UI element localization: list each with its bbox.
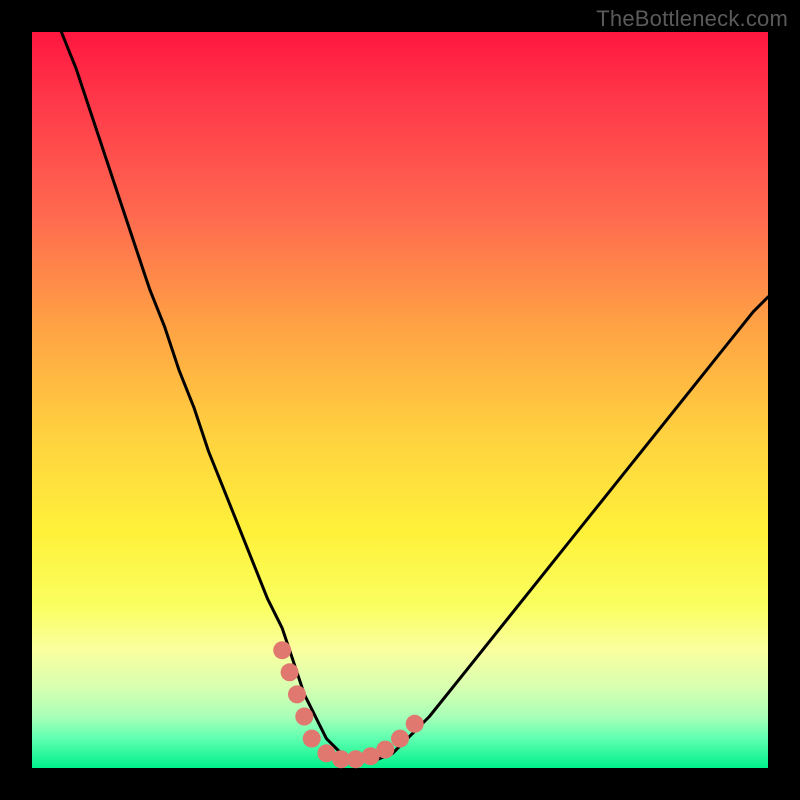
curve-svg (32, 32, 768, 768)
highlight-dot (273, 641, 291, 659)
highlight-dot (295, 708, 313, 726)
highlight-dot (406, 715, 424, 733)
plot-area (32, 32, 768, 768)
bottleneck-curve (61, 32, 768, 761)
frame: TheBottleneck.com (0, 0, 800, 800)
highlight-dot (303, 730, 321, 748)
highlight-dot (288, 685, 306, 703)
highlight-dot (281, 663, 299, 681)
bottom-highlight-dots (273, 641, 424, 768)
highlight-dot (347, 750, 365, 768)
highlight-dot (376, 741, 394, 759)
highlight-dot (391, 730, 409, 748)
watermark-text: TheBottleneck.com (596, 6, 788, 32)
